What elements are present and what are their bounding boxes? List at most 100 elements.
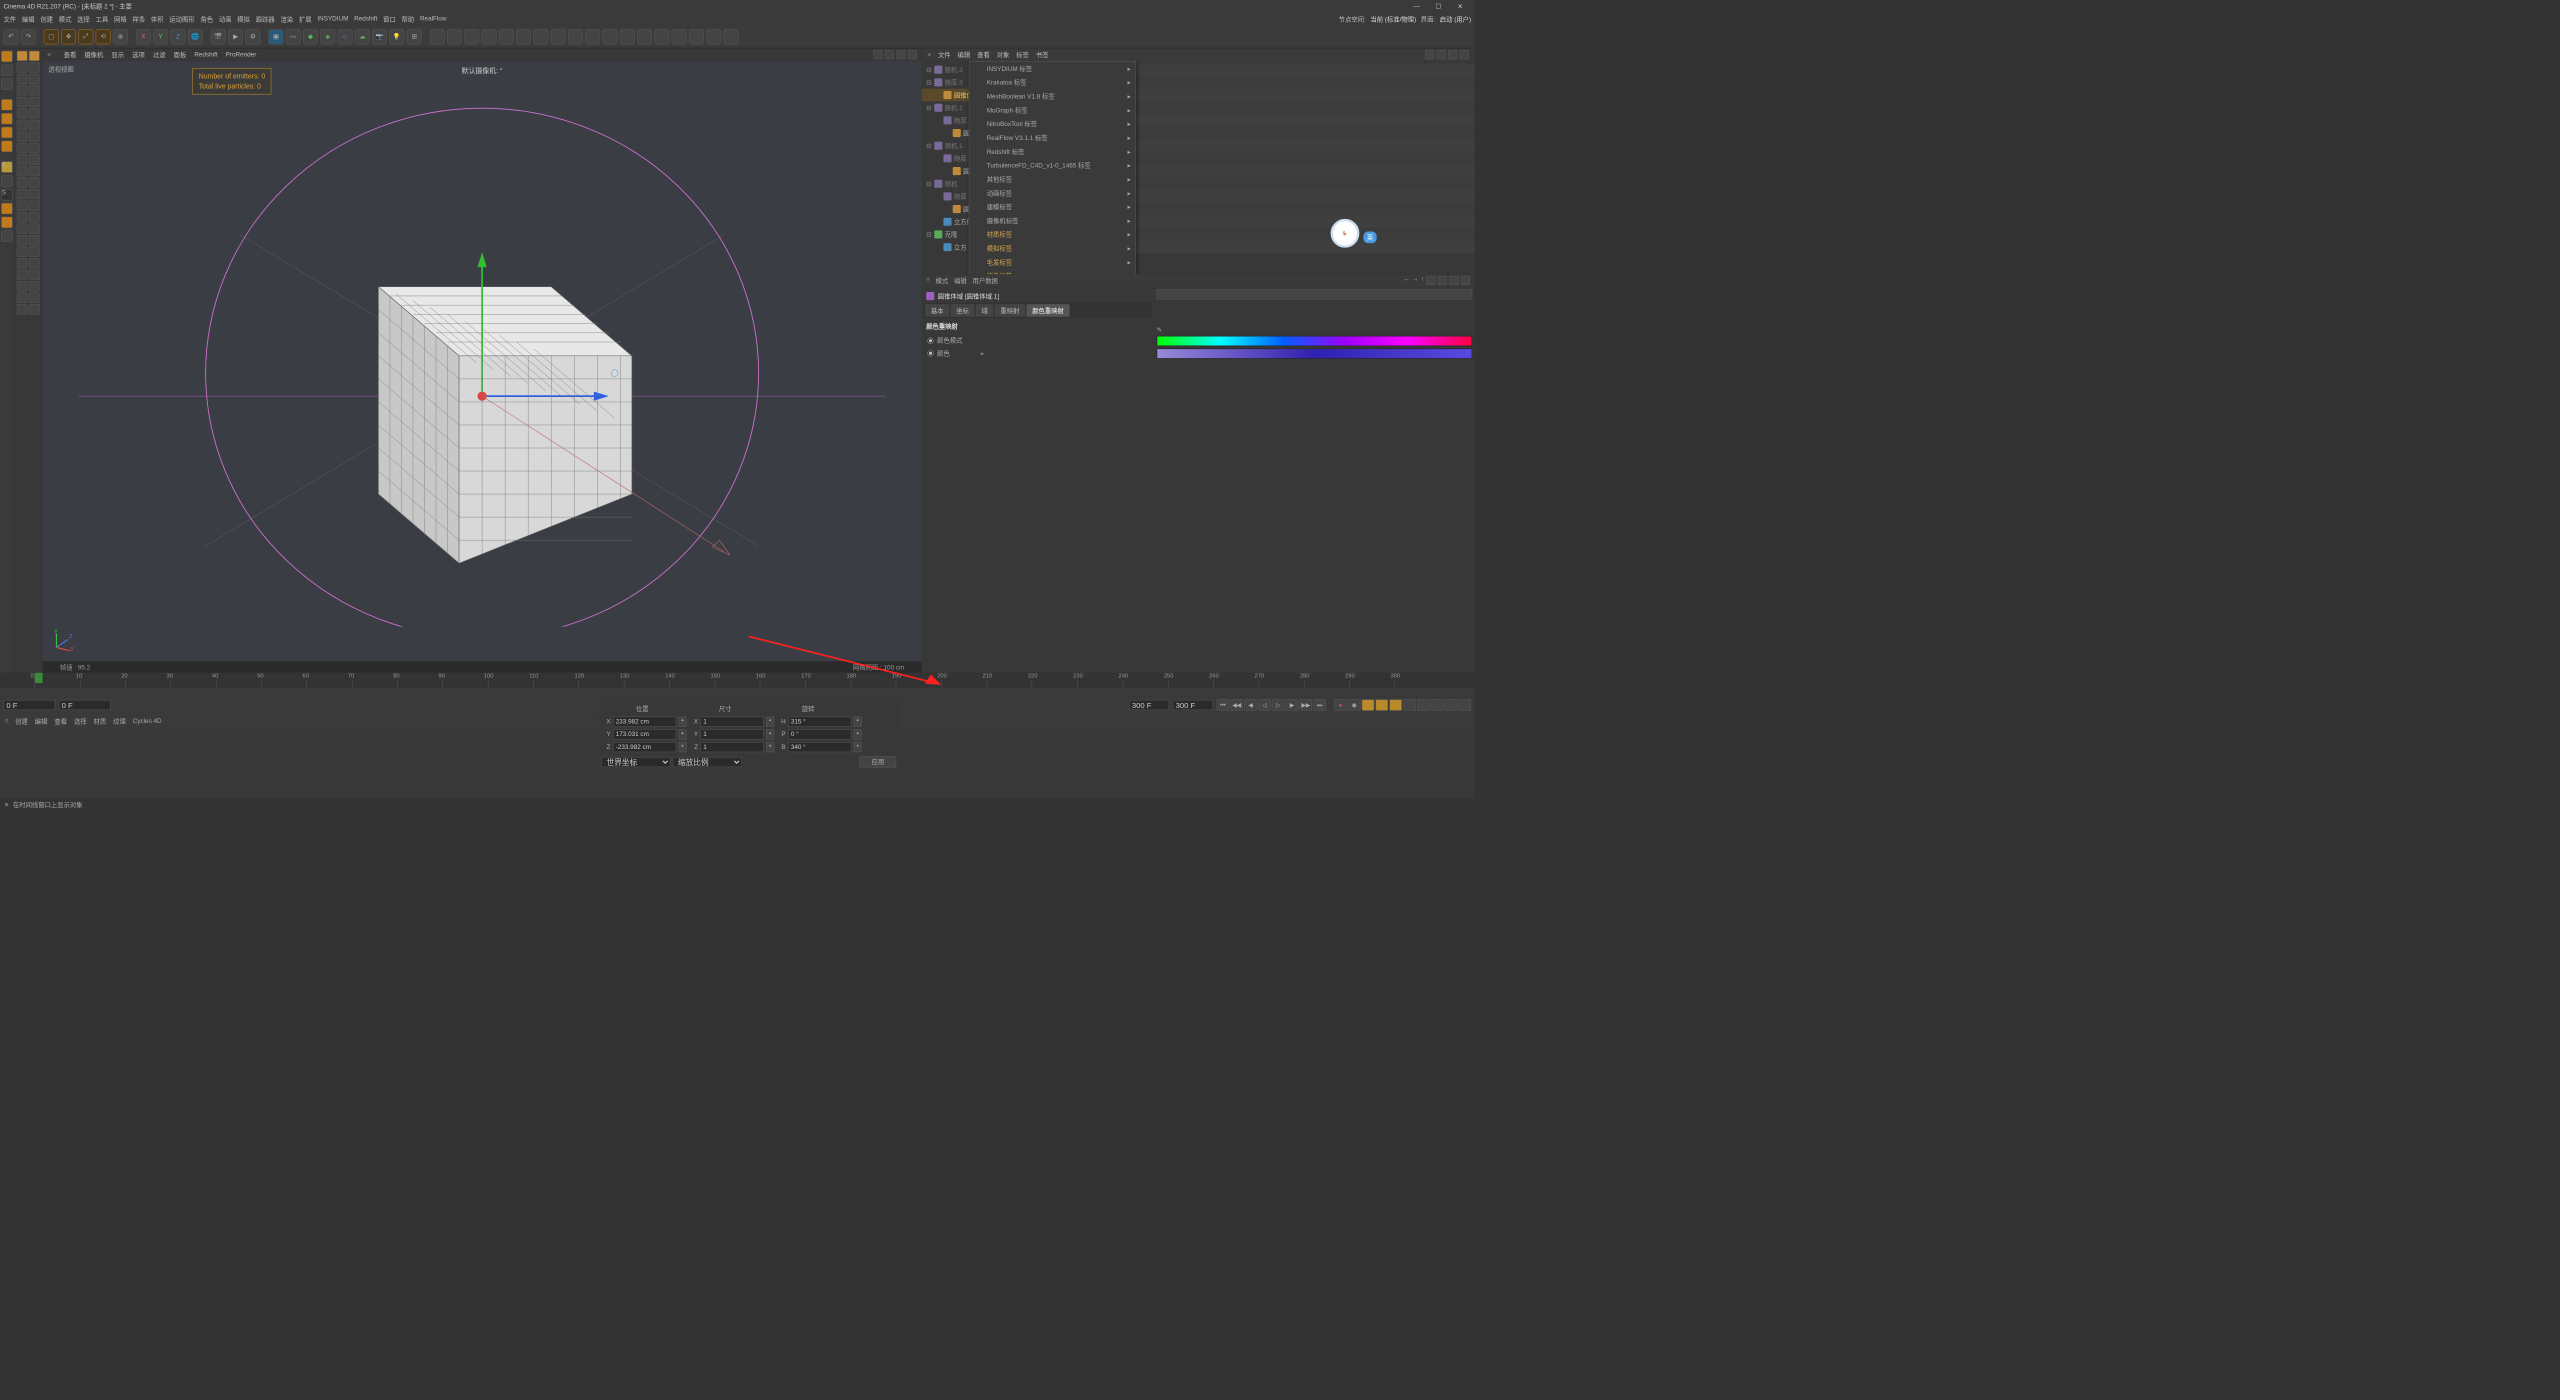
snap-opt[interactable]: [29, 85, 40, 95]
snap-opt[interactable]: [29, 62, 40, 72]
move-tool[interactable]: ✥: [61, 29, 76, 44]
model-mode[interactable]: [1, 51, 13, 63]
om-menu[interactable]: 标签: [1016, 50, 1029, 59]
menu-item[interactable]: 网格: [114, 14, 127, 23]
attr-menu[interactable]: 模式: [936, 276, 949, 285]
key-opt[interactable]: [1403, 699, 1416, 711]
attr-icon[interactable]: [1461, 276, 1470, 285]
mat-menu[interactable]: 查看: [54, 717, 67, 726]
size-input[interactable]: [700, 742, 763, 752]
pos-input[interactable]: [613, 729, 676, 739]
plugin-tool[interactable]: [464, 29, 479, 44]
plugin-tool[interactable]: [516, 29, 531, 44]
select-tool[interactable]: ▢: [44, 29, 59, 44]
plugin-tool[interactable]: [430, 29, 445, 44]
plugin-tool[interactable]: [568, 29, 583, 44]
snap-opt[interactable]: [17, 212, 28, 222]
snap-opt[interactable]: [17, 200, 28, 210]
tab-coord[interactable]: 坐标: [950, 304, 974, 317]
menu-item[interactable]: INSYDIUM: [317, 16, 348, 23]
menu-item[interactable]: 样条: [132, 14, 145, 23]
axis-y[interactable]: Y: [153, 29, 168, 44]
snap-opt[interactable]: [17, 166, 28, 176]
layout-value[interactable]: 启动 (用户): [1440, 14, 1471, 23]
undo-button[interactable]: ↶: [3, 29, 18, 44]
generator-tool[interactable]: ◆: [303, 29, 318, 44]
record-key[interactable]: ●: [1334, 699, 1347, 711]
snap-opt[interactable]: [17, 120, 28, 130]
snap-opt[interactable]: [17, 304, 28, 314]
menu-item[interactable]: 模式: [59, 14, 72, 23]
snap-4[interactable]: [1, 203, 13, 215]
context-menu-item[interactable]: 模拟标签: [969, 241, 1135, 255]
snap-opt[interactable]: [29, 131, 40, 141]
end-frame-b[interactable]: [1173, 700, 1213, 710]
key-opt[interactable]: [1458, 699, 1471, 711]
rot-input[interactable]: [788, 742, 851, 752]
context-menu-item[interactable]: TurbulenceFD_C4D_v1-0_1465 标签: [969, 158, 1135, 172]
point-mode[interactable]: [1, 99, 13, 111]
prev-frame[interactable]: ◀: [1244, 699, 1257, 711]
snap-opt[interactable]: [17, 131, 28, 141]
mat-menu[interactable]: 创建: [15, 717, 28, 726]
key-opt[interactable]: [1445, 699, 1458, 711]
context-menu-item[interactable]: Krakatoa 标签: [969, 75, 1135, 89]
vp-nav-icon[interactable]: [885, 50, 894, 59]
goto-end[interactable]: ⏭: [1313, 699, 1326, 711]
axis-z[interactable]: Z: [170, 29, 185, 44]
om-menu[interactable]: 查看: [977, 50, 990, 59]
attr-menu[interactable]: 编辑: [954, 276, 967, 285]
radio-color[interactable]: [927, 350, 933, 356]
snap-opt[interactable]: [17, 270, 28, 280]
snap-opt[interactable]: [29, 177, 40, 187]
render-pv[interactable]: ▶: [228, 29, 243, 44]
snap-opt[interactable]: [17, 235, 28, 245]
menu-item[interactable]: 渲染: [281, 14, 294, 23]
prev-key[interactable]: ◀◀: [1230, 699, 1243, 711]
context-menu-item[interactable]: 其他标签: [969, 172, 1135, 186]
key-opt[interactable]: [1431, 699, 1444, 711]
play-fwd[interactable]: ▷: [1272, 699, 1285, 711]
nav-back-icon[interactable]: ←: [1403, 276, 1409, 285]
snap-opt[interactable]: [29, 143, 40, 153]
context-menu-item[interactable]: MoGraph 标签: [969, 103, 1135, 117]
context-menu-item[interactable]: 摄像机标签: [969, 214, 1135, 228]
tab-remap[interactable]: 重映射: [995, 304, 1026, 317]
poly-mode[interactable]: [1, 127, 13, 139]
coord-space[interactable]: 世界坐标: [601, 757, 670, 767]
mat-menu[interactable]: 选择: [74, 717, 87, 726]
size-input[interactable]: [700, 717, 763, 727]
snap-opt[interactable]: [29, 200, 40, 210]
menu-item[interactable]: 文件: [3, 14, 16, 23]
vp-menu[interactable]: 面板: [174, 50, 187, 59]
snap-opt[interactable]: [17, 293, 28, 303]
snap-opt[interactable]: [17, 74, 28, 84]
vp-menu[interactable]: 选项: [132, 50, 145, 59]
snap-opt[interactable]: [17, 247, 28, 257]
menu-item[interactable]: 工具: [96, 14, 109, 23]
snap-opt[interactable]: [17, 154, 28, 164]
snap-opt[interactable]: [17, 85, 28, 95]
tab-basic[interactable]: 基本: [925, 304, 949, 317]
redo-button[interactable]: ↷: [21, 29, 36, 44]
plugin-tool[interactable]: [585, 29, 600, 44]
om-icon[interactable]: [1425, 50, 1434, 59]
color-gradient-hue[interactable]: [1157, 336, 1473, 346]
misc-tool[interactable]: ⊞: [407, 29, 422, 44]
current-frame[interactable]: [3, 700, 55, 710]
maximize-button[interactable]: ☐: [1427, 1, 1449, 13]
snap-6[interactable]: [1, 230, 13, 242]
menu-item[interactable]: 跟踪器: [256, 14, 275, 23]
attr-menu[interactable]: 用户数据: [973, 276, 998, 285]
menu-item[interactable]: 角色: [200, 14, 213, 23]
snap-opt[interactable]: [29, 258, 40, 268]
snap-opt[interactable]: [17, 177, 28, 187]
light-tool[interactable]: 💡: [389, 29, 404, 44]
apply-button[interactable]: 应用: [859, 756, 896, 768]
context-menu-item[interactable]: Redshift 标签: [969, 145, 1135, 159]
key-opt[interactable]: [1417, 699, 1430, 711]
snap-opt[interactable]: [17, 143, 28, 153]
key-opt[interactable]: [1389, 699, 1402, 711]
scale-mode[interactable]: 缩放比例: [673, 757, 742, 767]
context-menu-item[interactable]: 材质标签: [969, 228, 1135, 242]
